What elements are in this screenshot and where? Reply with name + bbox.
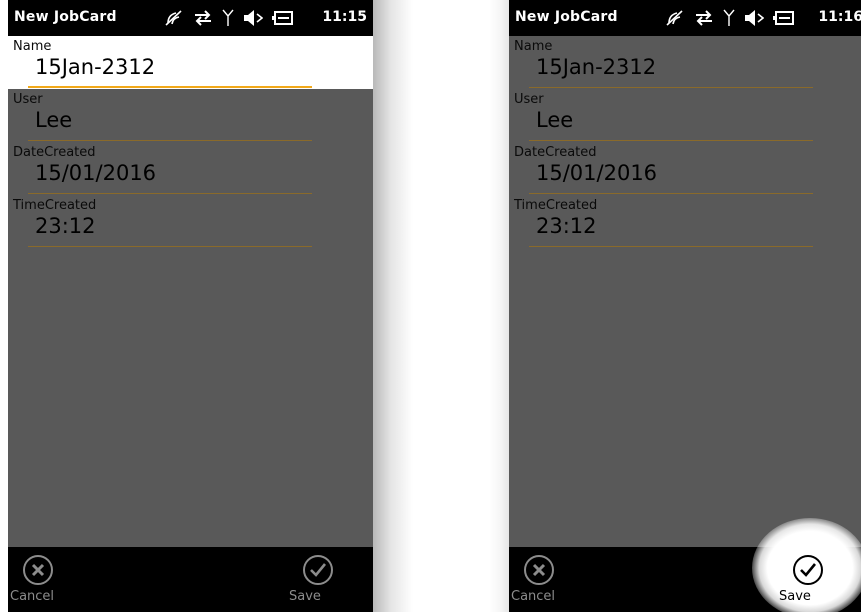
name-field[interactable]: Name 15Jan-2312 [509, 36, 861, 89]
date-created-field[interactable]: DateCreated 15/01/2016 [509, 142, 861, 195]
save-button[interactable]: Save [778, 555, 838, 610]
app-bar: Cancel Save [8, 547, 373, 612]
clock: 11:16 [818, 9, 861, 25]
name-field[interactable]: Name 15Jan-2312 [8, 36, 373, 89]
field-label: Name [13, 39, 52, 54]
app-title: New JobCard [515, 9, 618, 25]
volume-muted-icon [745, 10, 764, 26]
save-button[interactable]: Save [288, 555, 348, 610]
cancel-label: Cancel [10, 589, 55, 604]
gps-off-icon [165, 10, 182, 26]
field-label: TimeCreated [514, 198, 598, 213]
field-label: User [514, 92, 544, 107]
field-underline [28, 140, 312, 141]
field-underline [529, 87, 813, 88]
user-field[interactable]: User Lee [509, 89, 861, 142]
field-value[interactable]: 15Jan-2312 [536, 55, 656, 79]
phone-screen-left: New JobCard 11:15 Name 15Jan-2312 User L… [8, 0, 373, 612]
field-label: User [13, 92, 43, 107]
checkmark-icon [793, 555, 823, 585]
field-label: DateCreated [514, 145, 597, 160]
field-underline [529, 193, 813, 194]
field-value[interactable]: 15/01/2016 [536, 161, 657, 185]
field-label: Name [514, 39, 553, 54]
battery-charging-icon [272, 11, 293, 25]
shadow-left [373, 0, 413, 612]
field-underline [28, 86, 312, 88]
checkmark-icon [303, 555, 333, 585]
field-value[interactable]: Lee [536, 108, 573, 132]
volume-muted-icon [244, 10, 263, 26]
field-label: DateCreated [13, 145, 96, 160]
field-value[interactable]: 15/01/2016 [35, 161, 156, 185]
signal-icon [723, 9, 735, 26]
gps-off-icon [666, 10, 683, 26]
field-underline [529, 140, 813, 141]
date-created-field[interactable]: DateCreated 15/01/2016 [8, 142, 373, 195]
signal-icon [222, 9, 234, 26]
cancel-button[interactable]: Cancel [8, 555, 68, 610]
field-underline [529, 246, 813, 247]
field-underline [28, 246, 312, 247]
battery-charging-icon [773, 11, 794, 25]
app-bar-overlay: Save [509, 547, 861, 612]
field-label: TimeCreated [13, 198, 97, 213]
app-title: New JobCard [14, 9, 117, 25]
field-value[interactable]: 15Jan-2312 [35, 55, 155, 79]
field-value[interactable]: 23:12 [35, 214, 96, 238]
status-bar: New JobCard 11:15 [8, 0, 373, 36]
save-label: Save [289, 589, 321, 604]
data-transfer-icon [195, 10, 211, 26]
status-bar: New JobCard 11:16 [509, 0, 861, 36]
status-icons [665, 8, 795, 28]
time-created-field[interactable]: TimeCreated 23:12 [8, 195, 373, 248]
status-icons [164, 8, 294, 28]
time-created-field[interactable]: TimeCreated 23:12 [509, 195, 861, 248]
shadow-right-edge [489, 0, 509, 612]
field-underline [28, 193, 312, 194]
clock: 11:15 [322, 9, 367, 25]
data-transfer-icon [696, 10, 712, 26]
cancel-icon [23, 555, 53, 585]
user-field[interactable]: User Lee [8, 89, 373, 142]
field-value[interactable]: Lee [35, 108, 72, 132]
phone-screen-right: New JobCard 11:16 Name 15Jan-2312 User L… [509, 0, 861, 612]
field-value[interactable]: 23:12 [536, 214, 597, 238]
save-label: Save [779, 589, 811, 604]
